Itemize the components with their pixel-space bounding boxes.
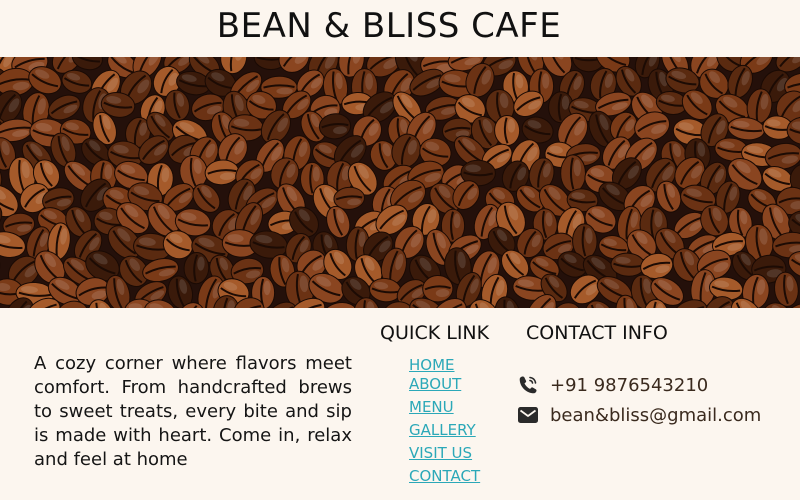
link-contact[interactable]: CONTACT: [409, 467, 480, 485]
link-menu[interactable]: MENU: [409, 398, 454, 416]
link-visit-us[interactable]: VISIT US: [409, 444, 472, 462]
phone-icon: [516, 373, 540, 397]
quick-link-heading: QUICK LINK: [380, 322, 490, 344]
coffee-beans-image: [0, 57, 800, 308]
link-about[interactable]: ABOUT: [409, 375, 461, 393]
coffee-bean: [494, 115, 521, 146]
site-title: BEAN & BLISS CAFE: [216, 6, 562, 46]
coffee-bean: [560, 154, 587, 193]
about-text: A cozy corner where flavors meet comfort…: [34, 353, 352, 470]
link-gallery[interactable]: GALLERY: [409, 421, 476, 439]
contact-email[interactable]: bean&bliss@gmail.com: [550, 405, 761, 426]
hero-banner: [0, 57, 800, 308]
contact-email-row: bean&bliss@gmail.com: [516, 403, 761, 427]
quick-link-list: HOME ABOUT MENU GALLERY VISIT US CONTACT: [409, 356, 480, 490]
contact-info-heading: CONTACT INFO: [526, 322, 668, 344]
link-home[interactable]: HOME: [409, 356, 455, 374]
mail-icon: [516, 403, 540, 427]
contact-phone-row: +91 9876543210: [516, 373, 708, 397]
contact-phone[interactable]: +91 9876543210: [550, 375, 708, 396]
